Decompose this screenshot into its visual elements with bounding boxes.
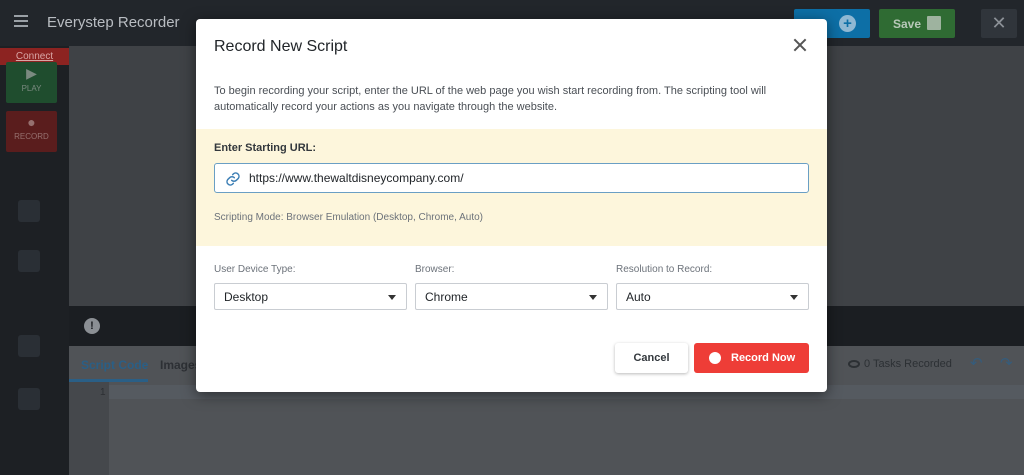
play-button[interactable]: ▶ PLAY xyxy=(6,62,57,103)
line-number: 1 xyxy=(100,387,106,398)
dialog-description: To begin recording your script, enter th… xyxy=(214,85,767,113)
dialog-title: Record New Script xyxy=(214,38,348,55)
scripting-mode-text: Scripting Mode: Browser Emulation (Deskt… xyxy=(214,212,483,223)
undo-icon[interactable]: ↶ xyxy=(970,354,983,372)
caret-down-icon xyxy=(589,295,597,300)
redo-icon[interactable]: ↷ xyxy=(1000,354,1013,372)
cancel-button[interactable]: Cancel xyxy=(615,343,688,373)
plus-circle-icon: + xyxy=(839,15,856,32)
sidebar-tool-icon[interactable] xyxy=(18,200,40,222)
close-icon: ✕ xyxy=(991,13,1007,33)
save-label: Save xyxy=(893,17,922,31)
eye-icon xyxy=(848,360,860,368)
browser-value: Chrome xyxy=(425,290,468,304)
sidebar-tool-icon[interactable] xyxy=(18,335,40,357)
close-app-button[interactable]: ✕ xyxy=(981,9,1017,38)
record-dot-icon: ● xyxy=(27,114,36,130)
record-new-script-dialog: Record New Script To begin recording you… xyxy=(196,19,827,392)
browser-label: Browser: xyxy=(415,264,455,275)
record-label: RECORD xyxy=(14,132,49,141)
info-icon[interactable]: ! xyxy=(84,318,100,334)
resolution-value: Auto xyxy=(626,290,651,304)
record-now-button[interactable]: Record Now xyxy=(694,343,809,373)
url-label: Enter Starting URL: xyxy=(214,142,317,154)
hamburger-icon[interactable] xyxy=(14,15,28,27)
floppy-disk-icon xyxy=(927,16,941,30)
resolution-select[interactable]: Auto xyxy=(616,283,809,310)
app-title: Everystep Recorder xyxy=(47,14,180,31)
caret-down-icon xyxy=(790,295,798,300)
play-icon: ▶ xyxy=(26,65,37,81)
tasks-recorded: 0 Tasks Recorded xyxy=(848,358,952,370)
record-button[interactable]: ● RECORD xyxy=(6,111,57,152)
url-section: Enter Starting URL: Scripting Mode: Brow… xyxy=(196,129,827,246)
tasks-recorded-label: 0 Tasks Recorded xyxy=(864,358,952,370)
url-input[interactable] xyxy=(249,165,805,191)
record-dot-icon xyxy=(709,352,721,364)
sidebar-tool-icon[interactable] xyxy=(18,250,40,272)
record-now-label: Record Now xyxy=(731,352,796,364)
browser-select[interactable]: Chrome xyxy=(415,283,608,310)
save-button[interactable]: Save xyxy=(879,9,955,38)
url-field[interactable] xyxy=(214,163,809,193)
play-label: PLAY xyxy=(21,84,42,93)
resolution-label: Resolution to Record: xyxy=(616,264,713,275)
device-type-select[interactable]: Desktop xyxy=(214,283,407,310)
device-type-value: Desktop xyxy=(224,290,269,304)
sidebar-tool-icon[interactable] xyxy=(18,388,40,410)
link-icon xyxy=(226,172,240,186)
close-icon[interactable] xyxy=(791,36,809,54)
caret-down-icon xyxy=(388,295,396,300)
tab-script-code[interactable]: Script Code xyxy=(81,358,148,372)
device-type-label: User Device Type: xyxy=(214,264,296,275)
